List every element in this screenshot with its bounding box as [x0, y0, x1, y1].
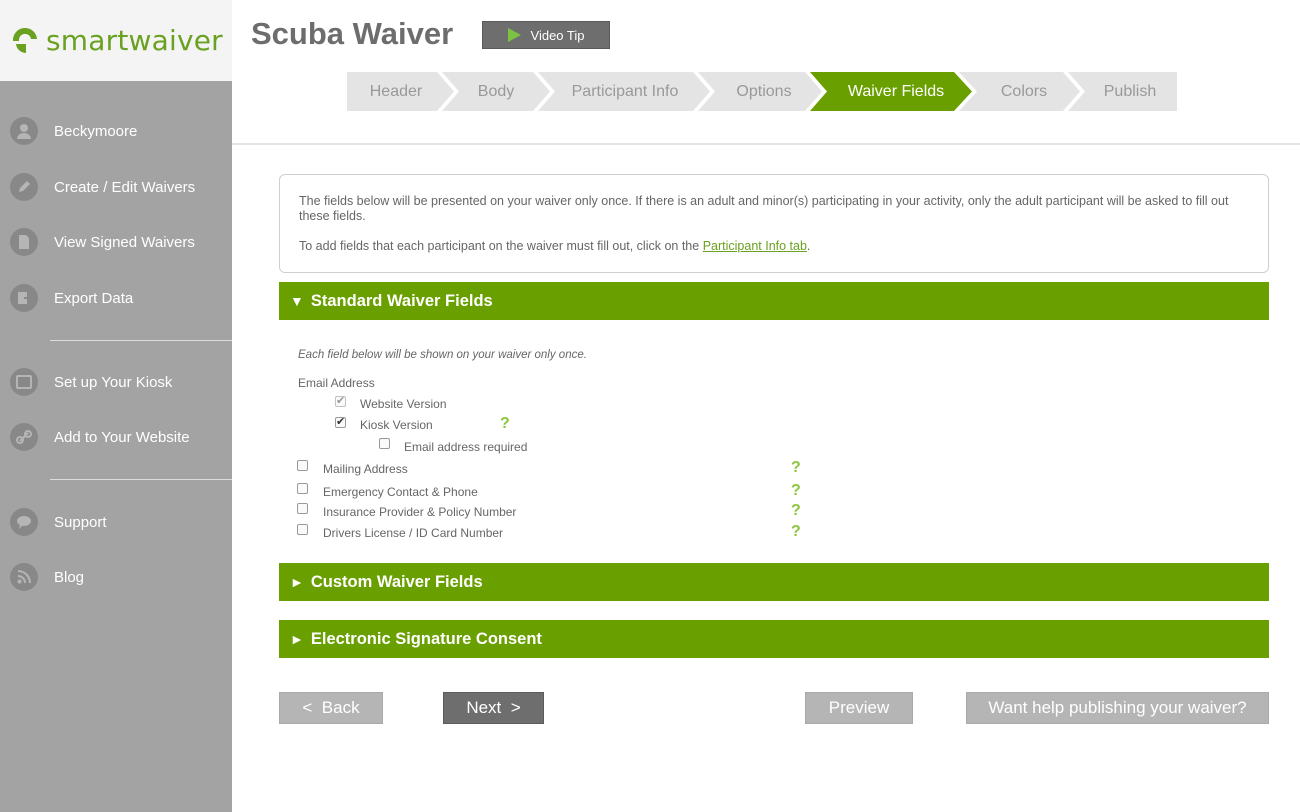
sidebar-item-label: Beckymoore: [54, 122, 138, 140]
tab-options[interactable]: Options: [711, 72, 817, 111]
mailing-address-checkbox[interactable]: [297, 460, 308, 471]
help-icon[interactable]: ?: [500, 415, 510, 433]
sidebar-item-label: Add to Your Website: [54, 428, 190, 446]
tab-publish[interactable]: Publish: [1083, 72, 1177, 111]
sidebar-item-blog[interactable]: Blog: [0, 557, 232, 597]
video-tip-button[interactable]: Video Tip: [482, 21, 610, 49]
expand-arrow-icon: ▼: [290, 293, 304, 309]
tablet-icon: [10, 368, 38, 396]
sidebar-item-label: Create / Edit Waivers: [54, 178, 196, 196]
standard-fields-note: Each field below will be shown on your w…: [298, 349, 587, 361]
website-version-checkbox[interactable]: [335, 394, 346, 407]
drivers-license-checkbox[interactable]: [297, 524, 308, 535]
info-text-suffix: .: [806, 239, 811, 253]
kiosk-version-label: Kiosk Version: [360, 418, 433, 432]
sidebar: smartwaiver Beckymoore Create / Edit Wai…: [0, 0, 232, 812]
section-title: Electronic Signature Consent: [310, 629, 542, 648]
mailing-address-label: Mailing Address: [323, 462, 408, 476]
sidebar-item-label: Support: [54, 513, 107, 531]
step-tabs: Header Body Participant Info Options Wai…: [347, 72, 1177, 111]
sidebar-item-create-edit-waivers[interactable]: Create / Edit Waivers: [0, 167, 232, 207]
sidebar-divider: [50, 479, 232, 480]
collapse-arrow-icon: ►: [290, 574, 304, 590]
emergency-contact-label: Emergency Contact & Phone: [323, 485, 478, 499]
custom-waiver-fields-toggle[interactable]: ► Custom Waiver Fields: [279, 563, 1269, 601]
sidebar-divider: [50, 340, 232, 341]
sidebar-item-label: Blog: [54, 568, 85, 586]
insurance-provider-checkbox[interactable]: [297, 503, 308, 514]
tab-participant-info[interactable]: Participant Info: [552, 72, 698, 111]
info-text-participant: To add fields that each participant on t…: [299, 239, 1250, 254]
standard-waiver-fields-toggle[interactable]: ▼ Standard Waiver Fields: [279, 282, 1269, 320]
publishing-help-button[interactable]: Want help publishing your waiver?: [966, 692, 1269, 724]
info-box: The fields below will be presented on yo…: [279, 174, 1269, 273]
sidebar-item-export-data[interactable]: Export Data: [0, 278, 232, 318]
electronic-signature-consent-toggle[interactable]: ► Electronic Signature Consent: [279, 620, 1269, 658]
tab-waiver-fields[interactable]: Waiver Fields: [825, 72, 967, 111]
tab-colors[interactable]: Colors: [973, 72, 1075, 111]
document-icon: [10, 228, 38, 256]
help-icon[interactable]: ?: [791, 523, 801, 541]
header-divider: [232, 143, 1300, 145]
pencil-icon: [10, 173, 38, 201]
sidebar-item-label: Set up Your Kiosk: [54, 373, 173, 391]
info-text-prefix: To add fields that each participant on t…: [299, 239, 703, 253]
brand-name: smartwaiver: [46, 24, 223, 57]
help-icon[interactable]: ?: [791, 482, 801, 500]
help-icon[interactable]: ?: [791, 459, 801, 477]
video-tip-label: Video Tip: [530, 27, 585, 43]
play-icon: [507, 28, 521, 42]
section-title: Standard Waiver Fields: [310, 291, 493, 310]
help-icon[interactable]: ?: [791, 502, 801, 520]
next-button[interactable]: Next >: [443, 692, 544, 724]
section-title: Custom Waiver Fields: [310, 572, 483, 591]
rss-icon: [10, 563, 38, 591]
sidebar-item-label: Export Data: [54, 289, 134, 307]
email-address-label: Email Address: [298, 376, 375, 390]
link-icon: [10, 423, 38, 451]
export-icon: [10, 284, 38, 312]
sidebar-item-view-signed-waivers[interactable]: View Signed Waivers: [0, 222, 232, 262]
website-version-label: Website Version: [360, 397, 447, 411]
sidebar-item-website[interactable]: Add to Your Website: [0, 417, 232, 457]
logo[interactable]: smartwaiver: [0, 0, 232, 81]
kiosk-version-checkbox[interactable]: [335, 415, 346, 428]
email-required-checkbox[interactable]: [379, 438, 390, 449]
sidebar-item-kiosk[interactable]: Set up Your Kiosk: [0, 362, 232, 402]
tab-header[interactable]: Header: [347, 72, 445, 111]
sidebar-item-account[interactable]: Beckymoore: [0, 111, 232, 151]
user-icon: [10, 117, 38, 145]
insurance-provider-label: Insurance Provider & Policy Number: [323, 505, 517, 519]
smartwaiver-logo-icon: [10, 27, 40, 54]
info-text: The fields below will be presented on yo…: [299, 194, 1229, 223]
participant-info-link[interactable]: Participant Info tab: [703, 239, 807, 253]
sidebar-item-support[interactable]: Support: [0, 502, 232, 542]
collapse-arrow-icon: ►: [290, 631, 304, 647]
sidebar-item-label: View Signed Waivers: [54, 233, 195, 251]
emergency-contact-checkbox[interactable]: [297, 483, 308, 494]
chat-icon: [10, 508, 38, 536]
email-required-label: Email address required: [404, 440, 528, 454]
back-button[interactable]: < Back: [279, 692, 383, 724]
preview-button[interactable]: Preview: [805, 692, 913, 724]
tab-body[interactable]: Body: [450, 72, 542, 111]
page-title: Scuba Waiver: [251, 16, 454, 51]
drivers-license-label: Drivers License / ID Card Number: [323, 526, 504, 540]
